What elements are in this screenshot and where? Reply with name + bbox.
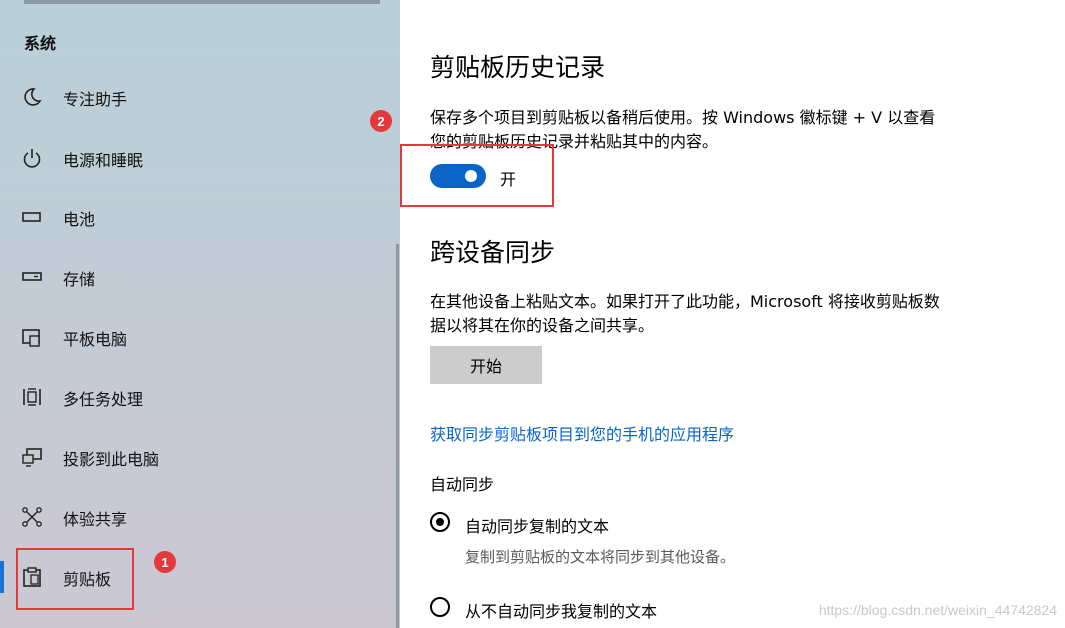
- sidebar-item-focus-assist[interactable]: 专注助手: [0, 69, 380, 125]
- moon-icon: [20, 85, 44, 109]
- sidebar-item-tablet[interactable]: 平板电脑: [0, 309, 380, 365]
- radio-never-sync[interactable]: [430, 597, 450, 617]
- toggle-state-label: 开: [500, 170, 517, 189]
- get-started-button[interactable]: 开始: [430, 346, 542, 384]
- sidebar-item-label: 平板电脑: [63, 330, 128, 349]
- clipboard-history-title: 剪贴板历史记录: [430, 53, 606, 82]
- sidebar-item-label: 投影到此电脑: [63, 450, 160, 469]
- watermark: https://blog.csdn.net/weixin_44742824: [818, 602, 1057, 618]
- radio-auto-sync-label[interactable]: 自动同步复制的文本: [465, 513, 609, 537]
- sidebar-search-edge: [24, 0, 380, 4]
- sidebar-item-multitasking[interactable]: 多任务处理: [0, 369, 380, 425]
- sidebar-item-storage[interactable]: 存储: [0, 249, 380, 305]
- shared-experiences-icon: [20, 505, 44, 529]
- phone-app-link[interactable]: 获取同步剪贴板项目到您的手机的应用程序: [430, 421, 734, 445]
- sidebar: 系统 专注助手 电源和睡眠 电池 存储 平板电脑 多任务处理 投影到此电脑 体验…: [0, 0, 400, 628]
- radio-selected-dot: [436, 518, 444, 526]
- annotation-badge-1: 1: [154, 551, 176, 573]
- auto-sync-label: 自动同步: [430, 475, 495, 494]
- radio-auto-sync-description: 复制到剪贴板的文本将同步到其他设备。: [465, 548, 736, 566]
- annotation-box-clipboard: [16, 548, 134, 610]
- sidebar-item-label: 专注助手: [63, 90, 128, 109]
- annotation-badge-2: 2: [370, 110, 392, 132]
- battery-icon: [20, 205, 44, 229]
- sync-description: 在其他设备上粘贴文本。如果打开了此功能，Microsoft 将接收剪贴板数 据以…: [430, 290, 990, 338]
- sidebar-item-label: 多任务处理: [63, 390, 144, 409]
- sidebar-item-label: 电源和睡眠: [63, 151, 144, 170]
- sidebar-item-shared-experiences[interactable]: 体验共享: [0, 489, 380, 545]
- sidebar-item-label: 存储: [63, 270, 96, 289]
- main-content: 剪贴板历史记录 保存多个项目到剪贴板以备稍后使用。按 Windows 徽标键 +…: [370, 0, 1065, 628]
- description-line: 据以将其在你的设备之间共享。: [430, 316, 655, 335]
- selected-indicator: [0, 561, 4, 593]
- storage-icon: [20, 265, 44, 289]
- power-icon: [20, 146, 44, 170]
- description-line: 在其他设备上粘贴文本。如果打开了此功能，Microsoft 将接收剪贴板数: [430, 292, 940, 311]
- radio-auto-sync[interactable]: [430, 512, 450, 532]
- sidebar-item-label: 电池: [63, 210, 96, 229]
- sync-across-devices-title: 跨设备同步: [430, 238, 556, 267]
- sidebar-scrollbar[interactable]: [396, 244, 399, 628]
- project-icon: [20, 445, 44, 469]
- sidebar-item-battery[interactable]: 电池: [0, 189, 380, 245]
- sidebar-item-power-sleep[interactable]: 电源和睡眠: [0, 130, 380, 186]
- multitasking-icon: [20, 385, 44, 409]
- radio-never-sync-label[interactable]: 从不自动同步我复制的文本: [465, 598, 657, 622]
- sidebar-item-project[interactable]: 投影到此电脑: [0, 429, 380, 485]
- clipboard-history-toggle[interactable]: [430, 164, 486, 188]
- sidebar-item-label: 体验共享: [63, 510, 128, 529]
- toggle-knob: [465, 170, 477, 182]
- sidebar-heading: 系统: [24, 34, 57, 53]
- description-line: 保存多个项目到剪贴板以备稍后使用。按 Windows 徽标键 + V 以查看: [430, 108, 936, 127]
- tablet-icon: [20, 325, 44, 349]
